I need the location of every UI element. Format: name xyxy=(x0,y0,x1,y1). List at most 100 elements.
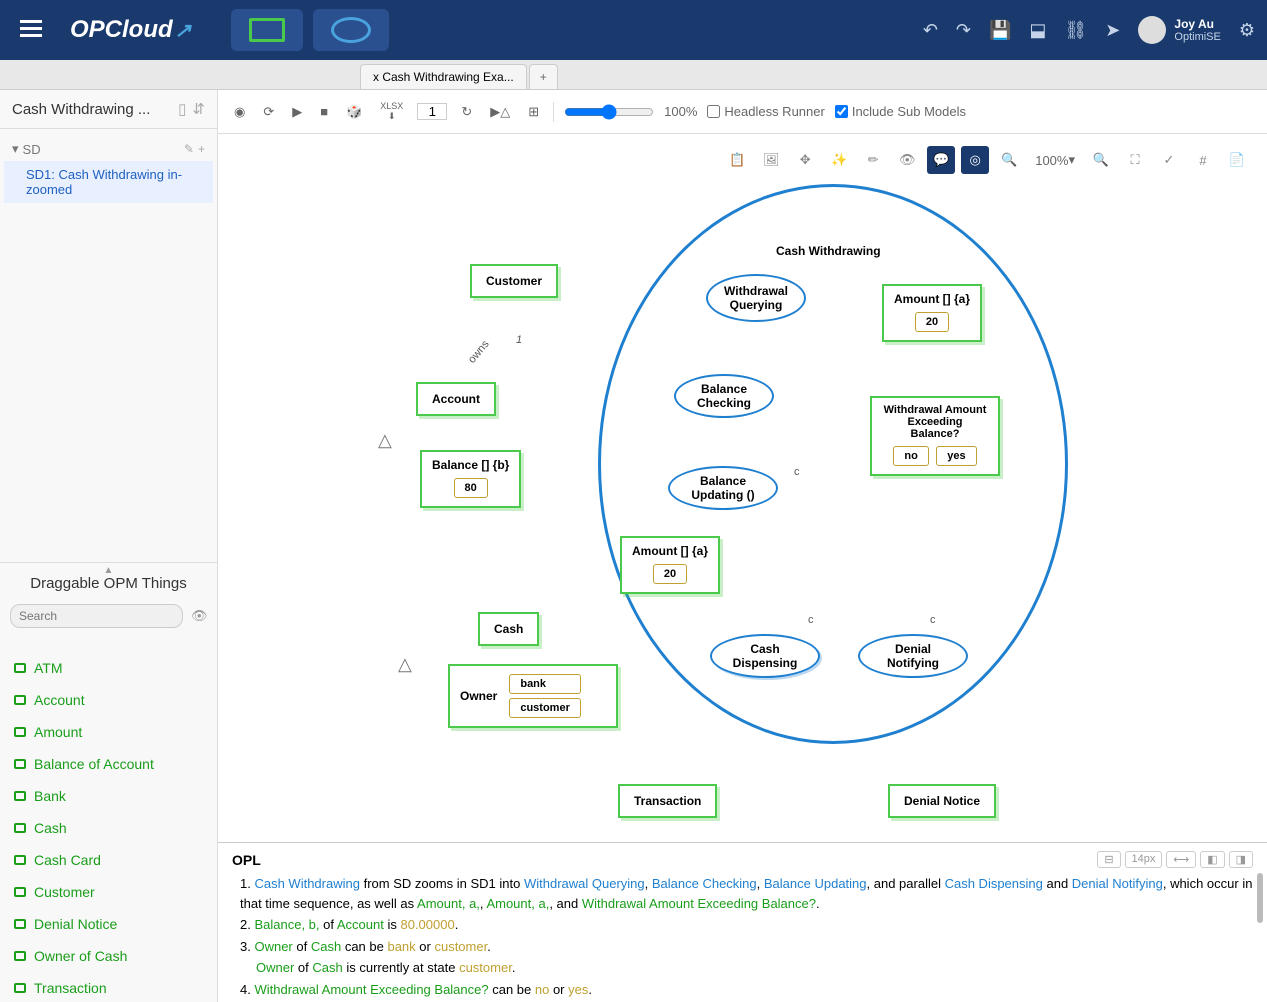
account-object[interactable]: Account xyxy=(416,382,496,416)
opm-item-balance-of-account[interactable]: Balance of Account xyxy=(0,748,217,780)
add-tab-button[interactable]: + xyxy=(529,64,558,89)
grid-toggle-icon[interactable]: # xyxy=(1189,146,1217,174)
opm-item-bank[interactable]: Bank xyxy=(0,780,217,812)
amount2-state[interactable]: 20 xyxy=(653,564,687,584)
opl-toggle-icon[interactable]: ⊟ xyxy=(1097,851,1120,868)
dashboard-icon[interactable]: ◉ xyxy=(230,100,249,124)
denial-notifying-process[interactable]: Denial Notifying xyxy=(858,634,968,678)
triangle-marker: △ xyxy=(398,654,412,675)
notes-icon[interactable]: 📋 xyxy=(723,146,751,174)
play-icon[interactable]: ▶ xyxy=(288,100,306,124)
opm-item-amount[interactable]: Amount xyxy=(0,716,217,748)
amount2-object[interactable]: Amount [] {a} 20 xyxy=(620,536,720,594)
opl-scrollbar[interactable] xyxy=(1257,873,1263,923)
withdrawal-querying-process[interactable]: Withdrawal Querying xyxy=(706,274,806,322)
opm-item-label: ATM xyxy=(34,660,63,676)
hamburger-menu[interactable] xyxy=(12,12,50,49)
xlsx-export[interactable]: XLSX⬇ xyxy=(376,97,407,126)
opm-item-transaction[interactable]: Transaction xyxy=(0,972,217,1002)
denial-notice-object[interactable]: Denial Notice xyxy=(888,784,996,818)
tree-root[interactable]: ▾ SD ✎+ xyxy=(4,137,213,161)
reload-icon[interactable]: ↻ xyxy=(457,100,476,124)
export-icon[interactable]: ⬓ xyxy=(1029,20,1046,41)
object-icon xyxy=(14,823,26,833)
opm-item-owner-of-cash[interactable]: Owner of Cash xyxy=(0,940,217,972)
refresh-icon[interactable]: ⟳ xyxy=(259,100,278,124)
sidebar-tree-icon[interactable]: ⇵ xyxy=(192,100,205,118)
amount1-state[interactable]: 20 xyxy=(915,312,949,332)
object-icon xyxy=(14,887,26,897)
object-rectangle-tool[interactable] xyxy=(231,9,303,51)
zoom-out-icon[interactable]: 🔍 xyxy=(1087,146,1115,174)
opm-item-label: Denial Notice xyxy=(34,916,117,932)
exceeding-object[interactable]: Withdrawal Amount Exceeding Balance? no … xyxy=(870,396,1000,476)
owner-customer-state[interactable]: customer xyxy=(509,698,581,718)
opm-item-denial-notice[interactable]: Denial Notice xyxy=(0,908,217,940)
exceed-no-state[interactable]: no xyxy=(893,446,928,466)
canvas-toolbar: 📋 🖼 ✥ ✨ ✏ 👁 💬 ◎ 🔍 100% ▾ 🔍 ⛶ ✓ # 📄 xyxy=(719,142,1255,178)
diagram-canvas[interactable]: 📋 🖼 ✥ ✨ ✏ 👁 💬 ◎ 🔍 100% ▾ 🔍 ⛶ ✓ # 📄 Cash xyxy=(218,134,1267,842)
transaction-object[interactable]: Transaction xyxy=(618,784,717,818)
headless-checkbox[interactable]: Headless Runner xyxy=(707,104,824,119)
balance-updating-process[interactable]: Balance Updating () xyxy=(668,466,778,510)
opl-font-size[interactable]: 14px xyxy=(1125,851,1163,868)
object-icon xyxy=(14,727,26,737)
cash-dispensing-process[interactable]: Cash Dispensing xyxy=(710,634,820,678)
page-input[interactable] xyxy=(417,103,447,120)
validate-icon[interactable]: ✓ xyxy=(1155,146,1183,174)
opm-item-cash-card[interactable]: Cash Card xyxy=(0,844,217,876)
opl-layout2-icon[interactable]: ◨ xyxy=(1229,851,1253,868)
balance-state[interactable]: 80 xyxy=(454,478,488,498)
balance-object[interactable]: Balance [] {b} 80 xyxy=(420,450,521,508)
canvas-zoom-dropdown[interactable]: 100% ▾ xyxy=(1029,146,1081,174)
main-content: ◉ ⟳ ▶ ■ 🎲 XLSX⬇ ↻ ▶△ ⊞ 100% Headless Run… xyxy=(218,90,1267,1002)
image-icon[interactable]: 🖼 xyxy=(757,146,785,174)
opm-item-cash[interactable]: Cash xyxy=(0,812,217,844)
zoom-slider[interactable] xyxy=(564,104,654,120)
target-icon[interactable]: ◎ xyxy=(961,146,989,174)
tree-item-sd1[interactable]: SD1: Cash Withdrawing in-zoomed xyxy=(4,161,213,203)
zoom-percent: 100% xyxy=(664,104,697,119)
drag-icon[interactable]: ✥ xyxy=(791,146,819,174)
edit-icon[interactable]: ✎ xyxy=(184,142,194,156)
exceed-yes-state[interactable]: yes xyxy=(936,446,976,466)
user-name: Joy Au xyxy=(1174,17,1220,31)
cash-object[interactable]: Cash xyxy=(478,612,539,646)
document-icon[interactable]: 📄 xyxy=(1223,146,1251,174)
opl-width-icon[interactable]: ⟷ xyxy=(1166,851,1196,868)
opm-item-customer[interactable]: Customer xyxy=(0,876,217,908)
settings-gear-icon[interactable]: ⚙ xyxy=(1239,20,1255,41)
sidebar-doc-icon[interactable]: ▯ xyxy=(178,100,186,118)
opm-item-atm[interactable]: ATM xyxy=(0,652,217,684)
opl-layout-icon[interactable]: ◧ xyxy=(1200,851,1224,868)
app-header: OPCloud↗ ↶ ↷ 💾 ⬓ ⛓ ➤ Joy Au OptimiSE ⚙ xyxy=(0,0,1267,60)
active-tab[interactable]: x Cash Withdrawing Exa... xyxy=(360,64,527,89)
owner-object[interactable]: Owner bank customer xyxy=(448,664,618,728)
add-icon[interactable]: + xyxy=(198,142,205,156)
redo-icon[interactable]: ↷ xyxy=(956,20,971,41)
search-input[interactable] xyxy=(10,604,183,628)
opm-item-account[interactable]: Account xyxy=(0,684,217,716)
visibility-toggle-icon[interactable]: 👁 xyxy=(191,608,208,624)
stop-icon[interactable]: ■ xyxy=(316,100,332,123)
owner-bank-state[interactable]: bank xyxy=(509,674,581,694)
process-oval-tool[interactable] xyxy=(313,9,389,51)
comment-icon[interactable]: 💬 xyxy=(927,146,955,174)
user-menu[interactable]: Joy Au OptimiSE xyxy=(1138,16,1220,44)
play-forward-icon[interactable]: ▶△ xyxy=(486,100,514,124)
eye-layer-icon[interactable]: 👁 xyxy=(893,146,921,174)
link-icon[interactable]: ⛓ xyxy=(1064,20,1087,41)
pen-icon[interactable]: ✏ xyxy=(859,146,887,174)
customer-object[interactable]: Customer xyxy=(470,264,558,298)
zoom-in-icon[interactable]: 🔍 xyxy=(995,146,1023,174)
undo-icon[interactable]: ↶ xyxy=(923,20,938,41)
include-sub-checkbox[interactable]: Include Sub Models xyxy=(835,104,966,119)
save-icon[interactable]: 💾 xyxy=(989,20,1011,41)
balance-checking-process[interactable]: Balance Checking xyxy=(674,374,774,418)
send-icon[interactable]: ➤ xyxy=(1105,20,1120,41)
amount1-object[interactable]: Amount [] {a} 20 xyxy=(882,284,982,342)
wand-icon[interactable]: ✨ xyxy=(825,146,853,174)
grid-icon[interactable]: ⊞ xyxy=(524,100,543,124)
dice-icon[interactable]: 🎲 xyxy=(342,100,366,124)
fit-screen-icon[interactable]: ⛶ xyxy=(1121,146,1149,174)
